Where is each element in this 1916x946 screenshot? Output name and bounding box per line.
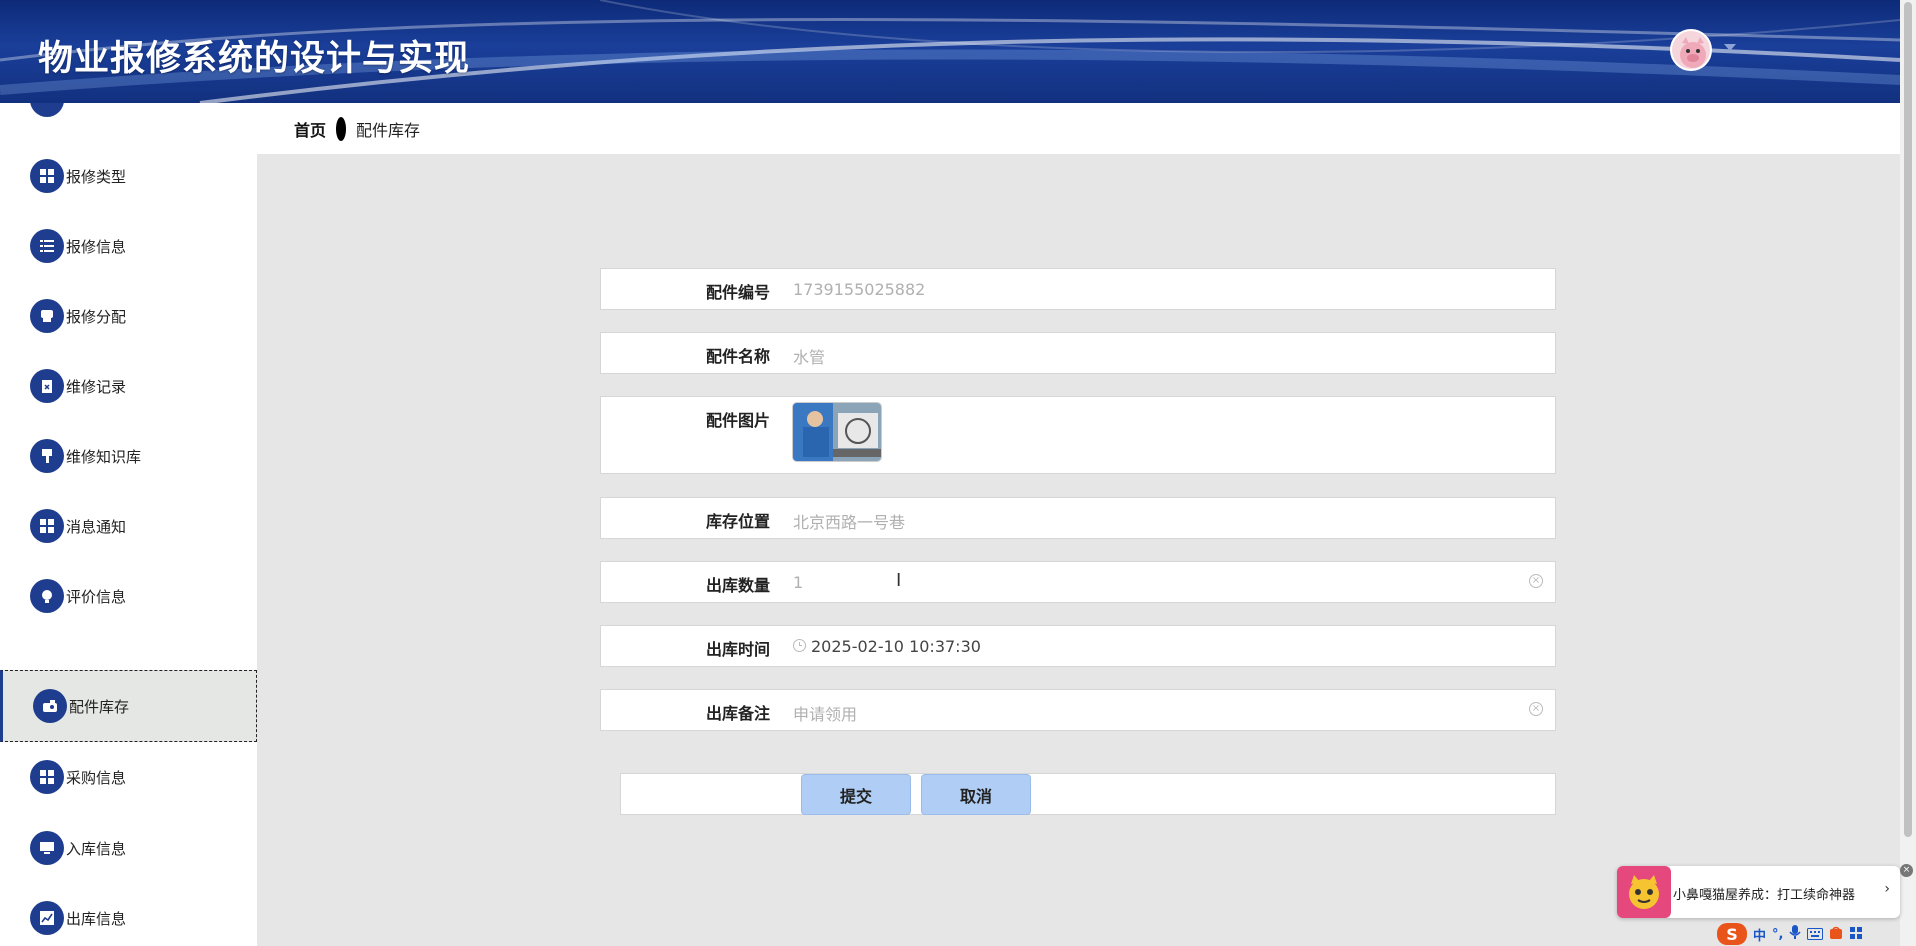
sidebar-item-notifications[interactable]: 消息通知: [0, 491, 257, 561]
clipboard-icon: [30, 369, 64, 403]
ime-lang-toggle[interactable]: 中: [1753, 925, 1766, 944]
form-actions: 提交 取消: [620, 773, 1556, 815]
clear-icon[interactable]: ×: [1529, 574, 1543, 588]
microphone-icon[interactable]: [1789, 924, 1802, 944]
sidebar-item-stock-out[interactable]: 出库信息: [0, 883, 257, 946]
form-row-part-no: 配件编号 1739155025882: [600, 268, 1556, 310]
part-no-field[interactable]: 1739155025882: [793, 280, 925, 299]
part-name-label: 配件名称: [705, 347, 770, 366]
sidebar-item-label: 报修类型: [66, 167, 127, 186]
brush-icon: [30, 439, 64, 473]
out-qty-input[interactable]: 1: [793, 573, 803, 592]
sidebar-item-label: 报修分配: [66, 307, 127, 326]
user-avatar[interactable]: [1670, 29, 1712, 71]
sidebar-item-reviews[interactable]: 评价信息: [0, 561, 257, 631]
sidebar-item-repair-assign[interactable]: 报修分配: [0, 281, 257, 351]
grid-icon: [30, 509, 64, 543]
form-row-out-note: 出库备注 申请领用 ×: [600, 689, 1556, 731]
breadcrumb-current: 配件库存: [356, 120, 421, 140]
breadcrumb: 首页 配件库存: [257, 103, 1900, 154]
sogou-logo-icon[interactable]: S: [1717, 923, 1747, 945]
clock-icon: [793, 639, 806, 652]
ime-punct-toggle[interactable]: °,: [1772, 927, 1783, 942]
form-row-part-image: 配件图片: [600, 396, 1556, 474]
form-row-part-name: 配件名称 水管: [600, 332, 1556, 374]
sidebar: 报修类型 报修信息 报修分配 维修记录 维修知识库 消息通知 评价信息 配件库存…: [0, 103, 257, 946]
scrollbar-thumb[interactable]: [1904, 2, 1912, 837]
out-time-label: 出库时间: [705, 640, 770, 659]
breadcrumb-home[interactable]: 首页: [294, 117, 326, 141]
form-row-location: 库存位置 北京西路一号巷: [600, 497, 1556, 539]
sidebar-item-repair-record[interactable]: 维修记录: [0, 351, 257, 421]
ime-toolbar: S 中 °,: [1713, 922, 1900, 946]
promo-toast-text: 小鼻嘎猫屋养成：打工续命神器: [1673, 888, 1856, 903]
sidebar-partial-icon: [30, 103, 64, 117]
sidebar-item-label: 消息通知: [66, 517, 127, 536]
toolbox-icon[interactable]: [1849, 925, 1863, 944]
keyboard-icon[interactable]: [1807, 925, 1824, 944]
part-no-label: 配件编号: [705, 283, 770, 302]
sidebar-item-stock-in[interactable]: 入库信息: [0, 813, 257, 883]
part-name-field[interactable]: 水管: [793, 344, 825, 368]
form-row-out-qty: 出库数量 1 I ×: [600, 561, 1556, 603]
plumber-photo-icon: [793, 403, 881, 461]
out-time-picker[interactable]: 2025-02-10 10:37:30: [811, 637, 981, 656]
sidebar-item-parts-inventory[interactable]: 配件库存: [0, 670, 257, 742]
list-icon: [30, 229, 64, 263]
out-qty-label: 出库数量: [705, 576, 770, 595]
sidebar-item-label: 维修记录: [66, 377, 127, 396]
grid-icon: [30, 159, 64, 193]
clear-icon[interactable]: ×: [1529, 702, 1543, 716]
location-label: 库存位置: [705, 512, 770, 531]
submit-button[interactable]: 提交: [801, 774, 911, 815]
chart-icon: [30, 901, 64, 935]
text-cursor-icon: I: [896, 570, 902, 591]
sidebar-item-label: 评价信息: [66, 587, 127, 606]
part-image-label: 配件图片: [705, 411, 770, 430]
promo-toast[interactable]: 小鼻嘎猫屋养成：打工续命神器 ›: [1617, 866, 1900, 918]
chevron-right-icon[interactable]: ›: [1884, 881, 1890, 897]
bulb-icon: [30, 579, 64, 613]
camera-icon: [33, 689, 67, 723]
sidebar-item-label: 采购信息: [66, 768, 127, 787]
sidebar-item-knowledge-base[interactable]: 维修知识库: [0, 421, 257, 491]
sidebar-item-purchases[interactable]: 采购信息: [0, 742, 257, 812]
monitor-icon: [30, 831, 64, 865]
location-field[interactable]: 北京西路一号巷: [793, 509, 905, 533]
sidebar-item-label: 出库信息: [66, 909, 127, 928]
cancel-button[interactable]: 取消: [921, 774, 1031, 815]
app-title: 物业报修系统的设计与实现: [38, 39, 471, 79]
page-scrollbar[interactable]: [1900, 0, 1916, 946]
sidebar-item-label: 配件库存: [69, 697, 130, 716]
chevron-down-icon[interactable]: [1724, 44, 1736, 51]
part-image-thumbnail[interactable]: [792, 402, 882, 462]
form-row-out-time: 出库时间 2025-02-10 10:37:30: [600, 625, 1556, 667]
print-icon: [30, 299, 64, 333]
sidebar-item-repair-info[interactable]: 报修信息: [0, 211, 257, 281]
cat-mascot-icon: [1617, 866, 1671, 918]
close-icon[interactable]: ×: [1900, 864, 1913, 877]
skin-icon[interactable]: [1829, 925, 1843, 944]
out-note-input[interactable]: 申请领用: [793, 701, 857, 725]
sidebar-item-repair-type[interactable]: 报修类型: [0, 141, 257, 211]
sidebar-item-label: 入库信息: [66, 839, 127, 858]
sidebar-item-label: 报修信息: [66, 237, 127, 256]
app-header: 物业报修系统的设计与实现: [0, 0, 1900, 103]
grid-icon: [30, 760, 64, 794]
sidebar-item-label: 维修知识库: [66, 447, 142, 466]
breadcrumb-separator-icon: [336, 116, 347, 141]
out-note-label: 出库备注: [705, 704, 770, 723]
